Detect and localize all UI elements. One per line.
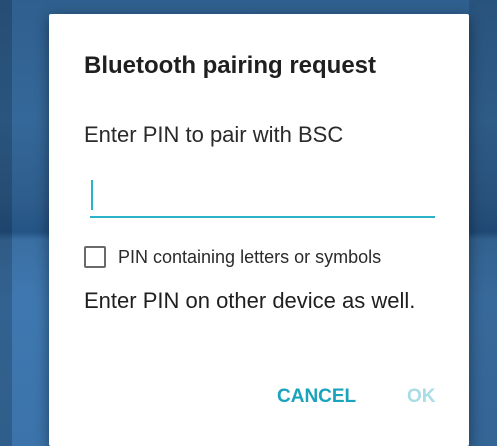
text-cursor [91, 180, 93, 210]
pair-message: Enter PIN to pair with BSC [84, 122, 344, 147]
background-right-edge [469, 0, 497, 446]
pin-input[interactable] [90, 174, 435, 218]
background-left-edge [0, 0, 12, 446]
dialog-title: Bluetooth pairing request [84, 52, 377, 79]
pin-letters-option[interactable]: PIN containing letters or symbols [84, 244, 381, 270]
cancel-button[interactable]: CANCEL [277, 386, 356, 408]
pin-letters-checkbox[interactable] [84, 246, 106, 268]
ok-button[interactable]: OK [407, 386, 436, 408]
pin-letters-label: PIN containing letters or symbols [118, 246, 382, 267]
bluetooth-pairing-dialog: Bluetooth pairing request Enter PIN to p… [49, 14, 469, 446]
pairing-info: Enter PIN on other device as well. [84, 288, 416, 313]
